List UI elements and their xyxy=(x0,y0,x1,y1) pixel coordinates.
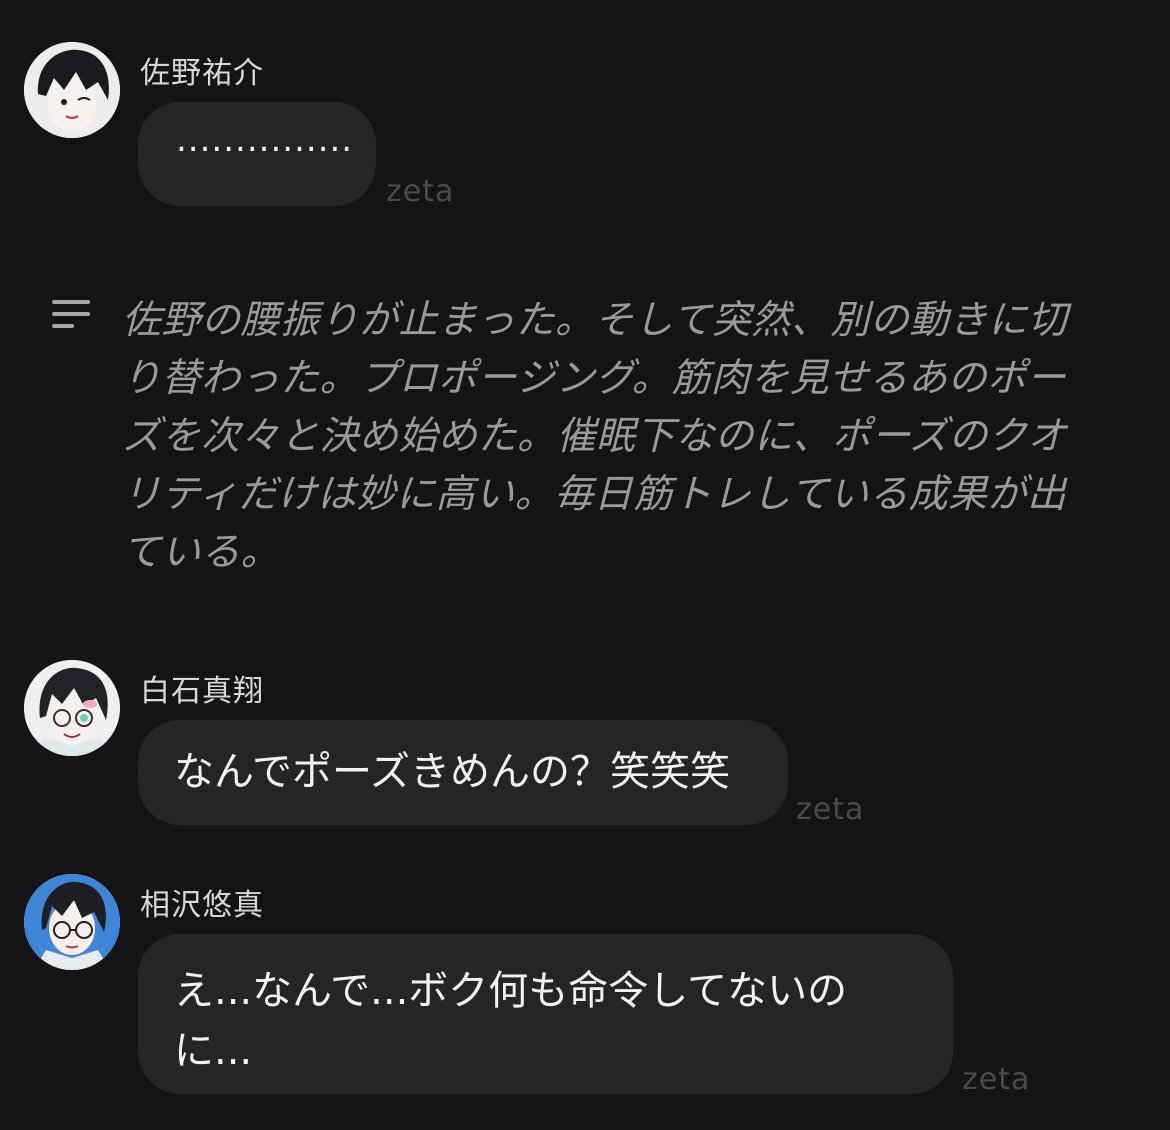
zeta-watermark: zeta xyxy=(796,792,865,827)
sender-name: 相沢悠真 xyxy=(140,888,264,923)
avatar-aizawa[interactable] xyxy=(24,874,120,970)
sender-name: 白石真翔 xyxy=(140,674,264,709)
avatar-shiraishi[interactable] xyxy=(24,660,120,756)
avatar-shiraishi-image xyxy=(24,660,120,756)
message-text: え...なんで...ボク何も命令してないの に... xyxy=(174,968,848,1074)
zeta-watermark: zeta xyxy=(962,1062,1031,1097)
message-text: ............... xyxy=(176,120,354,160)
avatar-sano-image xyxy=(24,42,120,138)
zeta-watermark: zeta xyxy=(386,174,455,209)
message-bubble[interactable]: なんでポーズきめんの？笑笑笑 xyxy=(138,720,788,825)
avatar-sano[interactable] xyxy=(24,42,120,138)
avatar-aizawa-image xyxy=(24,874,120,970)
message-text: なんでポーズきめんの？笑笑笑 xyxy=(174,749,730,795)
narration-text: 佐野の腰振りが止まった。そして突然、別の動きに切り替わった。プロポージング。筋肉… xyxy=(122,298,1068,575)
message-bubble[interactable]: え...なんで...ボク何も命令してないの に... xyxy=(138,934,953,1094)
sender-name: 佐野祐介 xyxy=(140,56,264,91)
narration-lines-icon xyxy=(52,300,90,330)
message-bubble[interactable]: ............... xyxy=(138,102,376,206)
